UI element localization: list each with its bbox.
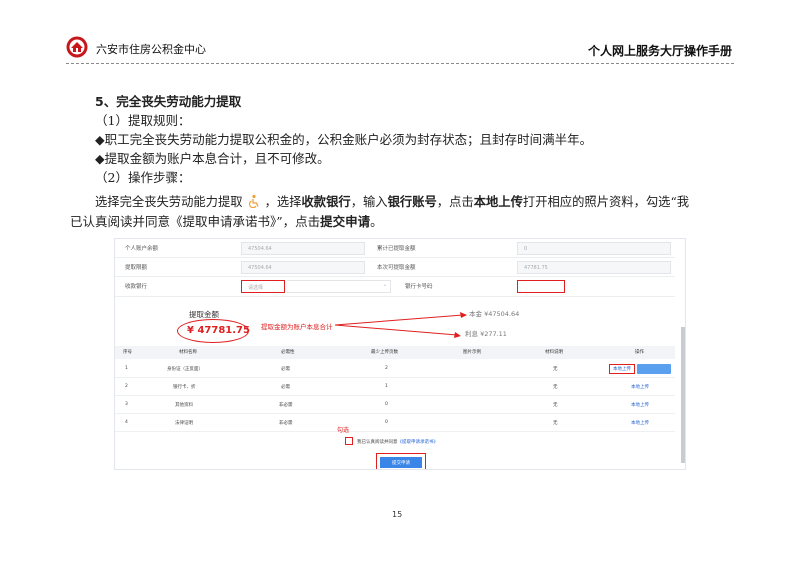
agree-checkbox[interactable]	[345, 437, 353, 445]
step-bold-submit: 提交申请	[320, 214, 371, 229]
field-label: 个人账户余额	[125, 246, 159, 252]
disability-icon	[248, 194, 259, 208]
table-cell: 银行卡、折	[173, 385, 196, 390]
amount-value: ¥ 47781.75	[187, 325, 250, 336]
agreement-link[interactable]: 《提取申请承诺书》	[398, 440, 439, 445]
form-row: 个人账户余额 47504.64 累计已提取金额 0	[115, 239, 675, 258]
table-header-cell: 操作	[635, 350, 644, 355]
table-cell: 1	[125, 366, 128, 371]
header-divider	[66, 63, 734, 64]
page-number: 15	[392, 510, 403, 519]
table-cell: 0	[385, 420, 388, 425]
steps-heading: （2）操作步骤：	[95, 170, 191, 185]
table-header-cell: 必需性	[281, 350, 295, 355]
rules-heading: （1）提取规则：	[95, 113, 191, 128]
section-title: 5、完全丧失劳动能力提取	[95, 94, 242, 109]
upload-link[interactable]: 本地上传	[631, 384, 649, 390]
principal-text: 本金 ¥47504.64	[469, 310, 520, 318]
manual-title: 个人网上服务大厅操作手册	[587, 44, 732, 58]
table-cell: 其他资料	[175, 403, 193, 408]
table-header-cell: 材料名称	[179, 350, 197, 355]
table-header-cell: 最少上传页数	[371, 350, 398, 355]
step-bold-account: 银行账号	[387, 194, 437, 209]
field-label: 提取限额	[125, 265, 148, 271]
check-annotation: 勾选	[337, 427, 350, 434]
table-cell: 无	[553, 367, 558, 372]
table-row: 4 法律证明 非必需 0 无 本地上传	[115, 414, 675, 432]
table-cell: 4	[125, 420, 128, 425]
rule-2: ◆提取金额为账户本息合计，且不可修改。	[95, 151, 330, 166]
table-row: 1 身份证（正反面） 必需 2 无 本地上传	[115, 360, 675, 378]
step-text: 打开相应的照片资料，勾选“我	[522, 195, 690, 209]
step-text: ，输入	[350, 195, 388, 209]
upload-link[interactable]: 本地上传	[631, 402, 649, 408]
form-row: 收款银行 请选择 ⌄ 银行卡号码	[115, 277, 675, 297]
field-label: 本次可提取金额	[377, 265, 416, 271]
limit-field: 47504.64	[241, 261, 365, 274]
available-amount-field: 47781.75	[517, 261, 671, 274]
table-cell: 1	[385, 384, 388, 389]
table-cell: 法律证明	[175, 421, 193, 426]
step-text: 。	[370, 214, 383, 229]
chevron-down-icon: ⌄	[383, 282, 388, 288]
table-cell: 2	[385, 366, 388, 371]
step-paragraph-line-1: 选择完全丧失劳动能力提取 ，选择收款银行，输入银行账号，点击本地上传打开相应的照片…	[95, 194, 689, 210]
table-cell: 无	[553, 421, 558, 426]
step-text: 选择完全丧失劳动能力提取	[95, 195, 243, 209]
step-text: ，选择	[264, 195, 302, 209]
table-cell: 0	[385, 402, 388, 407]
table-cell: 身份证（正反面）	[167, 367, 203, 372]
upload-link[interactable]: 本地上传	[631, 420, 649, 426]
bank-card-input[interactable]	[517, 280, 565, 293]
field-label: 银行卡号码	[405, 284, 433, 290]
field-label: 收款银行	[125, 284, 148, 290]
step-paragraph-line-2: 已认真阅读并同意《提取申请承诺书》”，点击提交申请。	[70, 214, 383, 230]
interest-text: 利息 ¥277.11	[465, 330, 507, 338]
housing-fund-logo-icon	[66, 36, 88, 58]
rule-1: ◆职工完全丧失劳动能力提取公积金的，公积金账户必须为封存状态；且封存时间满半年。	[95, 132, 593, 147]
table-header-cell: 序号	[123, 350, 132, 355]
total-withdrawn-field: 0	[517, 242, 671, 255]
upload-progress-button[interactable]	[637, 364, 671, 374]
amount-annotation: 提取金额为账户本息合计	[261, 323, 333, 331]
materials-table-header: 序号 材料名称 必需性 最少上传页数 图片示例 材料说明 操作	[115, 346, 675, 359]
scrollbar[interactable]	[681, 327, 685, 463]
step-bold-bank: 收款银行	[301, 194, 351, 209]
org-name: 六安市住房公积金中心	[96, 43, 206, 56]
step-text: ，点击	[436, 195, 474, 209]
page-header: 六安市住房公积金中心 个人网上服务大厅操作手册	[66, 36, 734, 64]
form-row: 提取限额 47504.64 本次可提取金额 47781.75	[115, 258, 675, 277]
table-cell: 无	[553, 385, 558, 390]
bank-select[interactable]: 请选择	[241, 280, 285, 293]
account-balance-field: 47504.64	[241, 242, 365, 255]
bank-select-body[interactable]	[287, 280, 391, 293]
table-cell: 3	[125, 402, 128, 407]
table-header-cell: 材料说明	[545, 350, 563, 355]
table-cell: 必需	[281, 367, 290, 372]
annotation-arrows	[335, 312, 467, 338]
table-header-cell: 图片示例	[463, 350, 481, 355]
table-cell: 非必需	[279, 421, 293, 426]
step-text: 已认真阅读并同意《提取申请承诺书》”，点击	[70, 214, 321, 229]
step-bold-upload: 本地上传	[473, 194, 523, 209]
table-cell: 必需	[281, 385, 290, 390]
agree-text: 我已认真阅读并同意《提取申请承诺书》	[357, 439, 438, 445]
table-cell: 非必需	[279, 403, 293, 408]
table-cell: 2	[125, 384, 128, 389]
agree-label: 我已认真阅读并同意	[357, 440, 398, 445]
table-row: 3 其他资料 非必需 0 无 本地上传	[115, 396, 675, 414]
table-row: 2 银行卡、折 必需 1 无 本地上传	[115, 378, 675, 396]
table-cell: 无	[553, 403, 558, 408]
field-label: 累计已提取金额	[377, 246, 416, 252]
upload-highlight-box	[609, 364, 635, 374]
submit-button[interactable]: 提交申请	[380, 457, 422, 468]
embedded-screenshot: 个人账户余额 47504.64 累计已提取金额 0 提取限额 47504.64 …	[114, 238, 686, 470]
